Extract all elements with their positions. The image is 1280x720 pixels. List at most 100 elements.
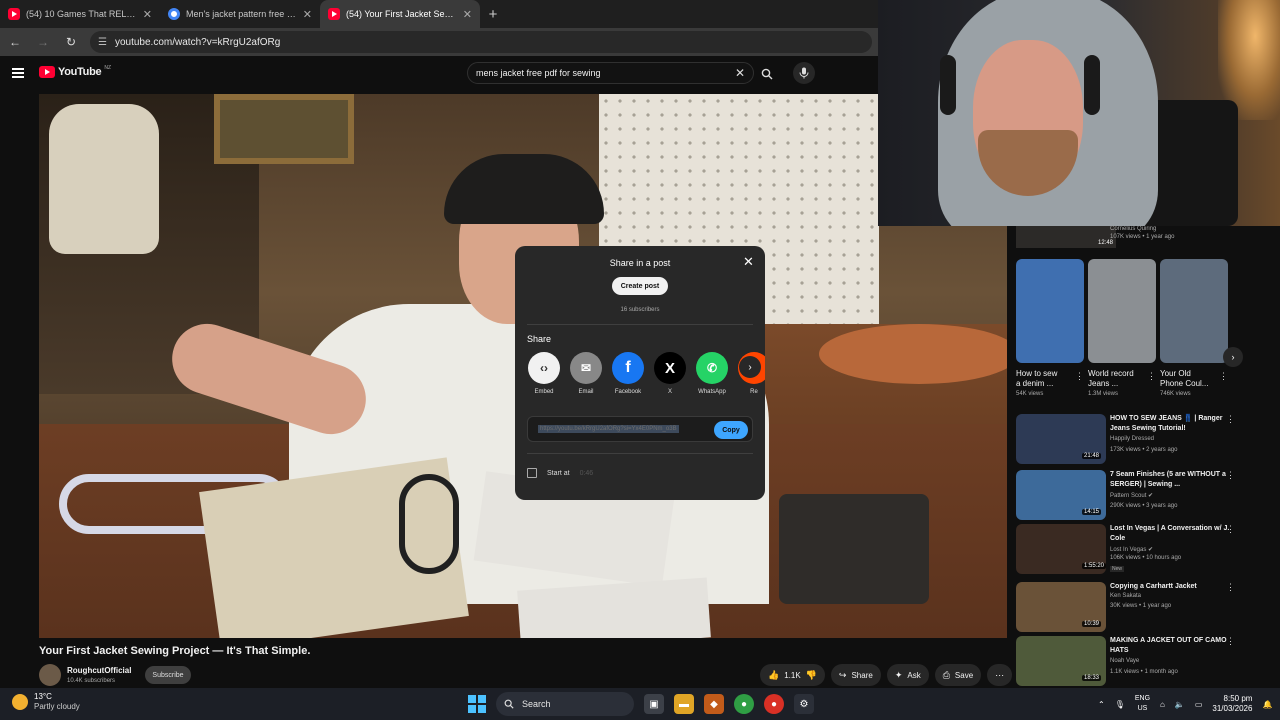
short-thumbnail[interactable]	[1160, 259, 1228, 363]
task-view-icon[interactable]: ▣	[644, 694, 664, 714]
clear-search-icon[interactable]: ✕	[735, 66, 745, 80]
channel-name[interactable]: Happily Dressed	[1110, 436, 1154, 442]
short-title[interactable]: How to sew a denim ...	[1016, 369, 1076, 389]
chevron-right-icon[interactable]: ›	[739, 356, 761, 378]
channel-name[interactable]: Noah Vaye	[1110, 658, 1139, 664]
battery-icon[interactable]: ▭	[1195, 700, 1203, 709]
back-arrow-icon[interactable]: ←	[6, 33, 24, 51]
video-title[interactable]: 7 Seam Finishes (5 are WITHOUT a SERGER)…	[1110, 470, 1238, 490]
channel-name[interactable]: Ken Sakata	[1110, 593, 1141, 599]
new-tab-button[interactable]: +	[480, 0, 506, 28]
share-arrow-icon: ↪	[838, 669, 847, 680]
list-item[interactable]: 14:15 7 Seam Finishes (5 are WITHOUT a S…	[1016, 470, 1280, 522]
list-item[interactable]: 1:55:20 Lost In Vegas | A Conversation w…	[1016, 524, 1280, 576]
list-item[interactable]: 21:48 HOW TO SEW JEANS 👖 | Ranger Jeans …	[1016, 414, 1280, 466]
close-icon[interactable]: ✕	[743, 254, 754, 270]
copy-button[interactable]: Copy	[714, 421, 748, 439]
windows-start-icon[interactable]	[468, 695, 486, 713]
video-title[interactable]: MAKING A JACKET OUT OF CAMO HATS	[1110, 636, 1238, 656]
chevron-right-icon[interactable]: ›	[1223, 347, 1243, 367]
video-title[interactable]: HOW TO SEW JEANS 👖 | Ranger Jeans Sewing…	[1110, 414, 1238, 434]
weather-widget[interactable]: 13°C Partly cloudy	[12, 692, 80, 712]
save-button[interactable]: ⎙ Save	[934, 664, 982, 686]
reload-icon[interactable]: ↻	[62, 33, 80, 51]
create-post-button[interactable]: Create post	[612, 277, 668, 295]
share-target-label: Embed	[534, 389, 554, 395]
video-title[interactable]: Lost In Vegas | A Conversation w/ J. Col…	[1110, 524, 1238, 544]
notification-bell-icon[interactable]: 🔔	[1262, 700, 1272, 709]
start-at-time-input[interactable]: 0:46	[580, 470, 594, 477]
short-thumbnail[interactable]	[1088, 259, 1156, 363]
short-thumbnail[interactable]	[1016, 259, 1084, 363]
voice-search-icon[interactable]	[793, 62, 815, 84]
more-actions-button[interactable]: ⋯	[987, 664, 1013, 686]
short-title[interactable]: World record Jeans ...	[1088, 369, 1148, 389]
video-title[interactable]: Copying a Carhartt Jacket	[1110, 582, 1238, 592]
site-info-icon[interactable]: ☰	[98, 37, 107, 48]
close-icon[interactable]: ✕	[303, 8, 312, 21]
share-embed-button[interactable]: ‹› Embed	[527, 352, 561, 395]
video-duration: 21:48	[1082, 453, 1102, 459]
network-icon[interactable]: ⌂	[1160, 700, 1165, 709]
search-icon[interactable]	[757, 64, 777, 84]
more-vertical-icon[interactable]: ⋮	[1226, 636, 1235, 647]
share-link-field[interactable]: https://youtu.be/kRrgU2afORg?si=Yx4E0PNm…	[527, 416, 753, 442]
video-thumbnail[interactable]: 12:48	[1016, 226, 1116, 248]
chevron-up-icon[interactable]: ⌃	[1098, 700, 1105, 709]
video-duration: 18:33	[1082, 675, 1102, 681]
shield-app-icon[interactable]: ◆	[704, 694, 724, 714]
file-explorer-icon[interactable]: ▬	[674, 694, 694, 714]
start-at-checkbox[interactable]	[527, 468, 537, 478]
more-vertical-icon[interactable]: ⋮	[1226, 470, 1235, 481]
close-icon[interactable]: ✕	[463, 8, 472, 21]
short-item[interactable]: How to sew a denim ... 54K views ⋮	[1016, 259, 1084, 397]
search-input[interactable]: mens jacket free pdf for sewing ✕	[467, 62, 754, 84]
more-vertical-icon[interactable]: ⋮	[1147, 371, 1156, 382]
input-language[interactable]: ENG US	[1135, 694, 1150, 714]
short-item[interactable]: Your Old Phone Coul... 746K views ⋮	[1160, 259, 1228, 397]
hamburger-menu-icon[interactable]	[12, 68, 24, 78]
youtube-logo[interactable]: YouTube NZ	[39, 65, 111, 78]
channel-name[interactable]: RoughcutOfficial	[67, 666, 131, 675]
list-item[interactable]: 18:33 MAKING A JACKET OUT OF CAMO HATS N…	[1016, 636, 1280, 688]
channel-name[interactable]: Lost In Vegas ✔	[1110, 546, 1153, 553]
more-vertical-icon[interactable]: ⋮	[1219, 371, 1228, 382]
list-item[interactable]: 10:39 Copying a Carhartt Jacket Ken Saka…	[1016, 582, 1280, 634]
video-meta: 1.1K views • 1 month ago	[1110, 669, 1178, 675]
forward-arrow-icon[interactable]: →	[34, 33, 52, 51]
tab-games-video[interactable]: (54) 10 Games That RELEASED ✕	[0, 0, 160, 28]
avatar[interactable]	[39, 664, 61, 686]
thumbs-down-icon[interactable]: 👎	[806, 670, 817, 681]
share-whatsapp-button[interactable]: ✆ WhatsApp	[695, 352, 729, 395]
url-field[interactable]: ☰ youtube.com/watch?v=kRrgU2afORg	[90, 31, 872, 53]
volume-icon[interactable]: 🔈	[1175, 700, 1185, 709]
chrome-icon[interactable]: ●	[764, 694, 784, 714]
channel-name[interactable]: Cornelius Quiring	[1110, 226, 1156, 232]
like-button[interactable]: 👍 1.1K 👎	[760, 664, 825, 686]
ask-button[interactable]: ✦ Ask	[886, 664, 929, 686]
short-views: 54K views	[1016, 391, 1044, 397]
more-vertical-icon[interactable]: ⋮	[1226, 414, 1235, 425]
more-vertical-icon[interactable]: ⋮	[1226, 582, 1235, 593]
tab-google-search[interactable]: Men's jacket pattern free pdf fo ✕	[160, 0, 320, 28]
taskbar-search[interactable]: Search	[496, 692, 634, 716]
share-target-label: X	[667, 389, 672, 395]
short-item[interactable]: World record Jeans ... 1.3M views ⋮	[1088, 259, 1156, 397]
share-facebook-button[interactable]: f Facebook	[611, 352, 645, 395]
gear-icon[interactable]: ⚙	[794, 694, 814, 714]
short-title[interactable]: Your Old Phone Coul...	[1160, 369, 1220, 389]
more-vertical-icon[interactable]: ⋮	[1226, 524, 1235, 535]
clock[interactable]: 8:50 pm 31/03/2026	[1212, 694, 1252, 714]
subscribe-button[interactable]: Subscribe	[145, 666, 191, 684]
share-x-button[interactable]: X X	[653, 352, 687, 395]
microphone-icon[interactable]: 🎙	[1115, 700, 1125, 709]
chrome-icon[interactable]: ●	[734, 694, 754, 714]
tab-title: (54) Your First Jacket Sewing Pr	[346, 9, 457, 19]
thumbs-up-icon: 👍	[768, 669, 780, 680]
channel-name[interactable]: Pattern Scout ✔	[1110, 492, 1153, 499]
more-vertical-icon[interactable]: ⋮	[1075, 371, 1084, 382]
share-email-button[interactable]: ✉ Email	[569, 352, 603, 395]
share-button[interactable]: ↪ Share	[830, 664, 881, 686]
close-icon[interactable]: ✕	[143, 8, 152, 21]
tab-jacket-video[interactable]: (54) Your First Jacket Sewing Pr ✕	[320, 0, 480, 28]
